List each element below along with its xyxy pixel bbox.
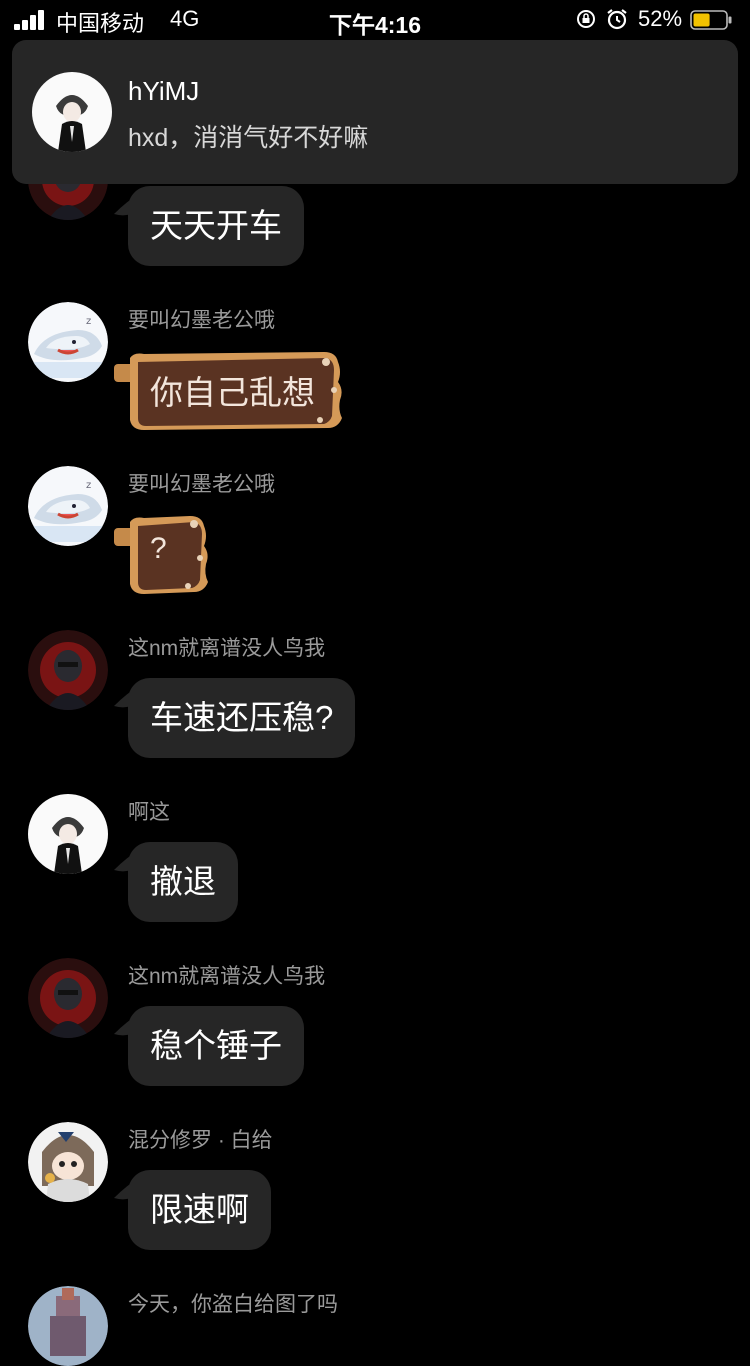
notification-text: hxd，消消气好不好嘛 <box>128 124 369 152</box>
avatar[interactable] <box>28 630 108 710</box>
message-bubble[interactable]: 撤退 <box>128 842 238 922</box>
avatar[interactable] <box>28 794 108 874</box>
battery-icon <box>690 10 732 30</box>
sender-name: 要叫幻墨老公哦 <box>128 309 275 332</box>
sender-name: 啊这 <box>128 801 170 824</box>
message-bubble[interactable]: 限速啊 <box>128 1170 271 1250</box>
message-text: 你自己乱想 <box>150 374 315 411</box>
sender-name: 这nm就离谱没人鸟我 <box>128 965 326 988</box>
avatar[interactable]: z <box>28 466 108 546</box>
avatar <box>32 72 112 152</box>
status-bar: 中国移动 4G 下午4:16 52% <box>0 0 750 42</box>
message-bubble[interactable]: 车速还压稳? <box>128 678 356 758</box>
sender-name: 这nm就离谱没人鸟我 <box>128 637 326 660</box>
message-bubble[interactable]: 天天开车 <box>128 186 304 266</box>
rotation-lock-icon <box>576 9 596 29</box>
notification-banner[interactable]: hYiMJ hxd，消消气好不好嘛 <box>12 40 738 184</box>
avatar[interactable] <box>28 1122 108 1202</box>
battery-percent: 52% <box>638 6 683 31</box>
svg-text:z: z <box>86 480 91 491</box>
message-bubble[interactable]: 稳个锤子 <box>128 1006 304 1086</box>
svg-text:z: z <box>86 316 91 327</box>
message-text: ? <box>150 532 167 565</box>
alarm-icon <box>606 8 628 30</box>
avatar[interactable] <box>28 1286 108 1366</box>
sender-name: 要叫幻墨老公哦 <box>128 473 275 496</box>
notification-title: hYiMJ <box>128 76 200 106</box>
sender-name: 今天，你盗白给图了吗 <box>128 1293 338 1316</box>
avatar[interactable] <box>28 958 108 1038</box>
avatar[interactable]: z <box>28 302 108 382</box>
sender-name: 混分修罗 · 白给 <box>128 1129 273 1152</box>
